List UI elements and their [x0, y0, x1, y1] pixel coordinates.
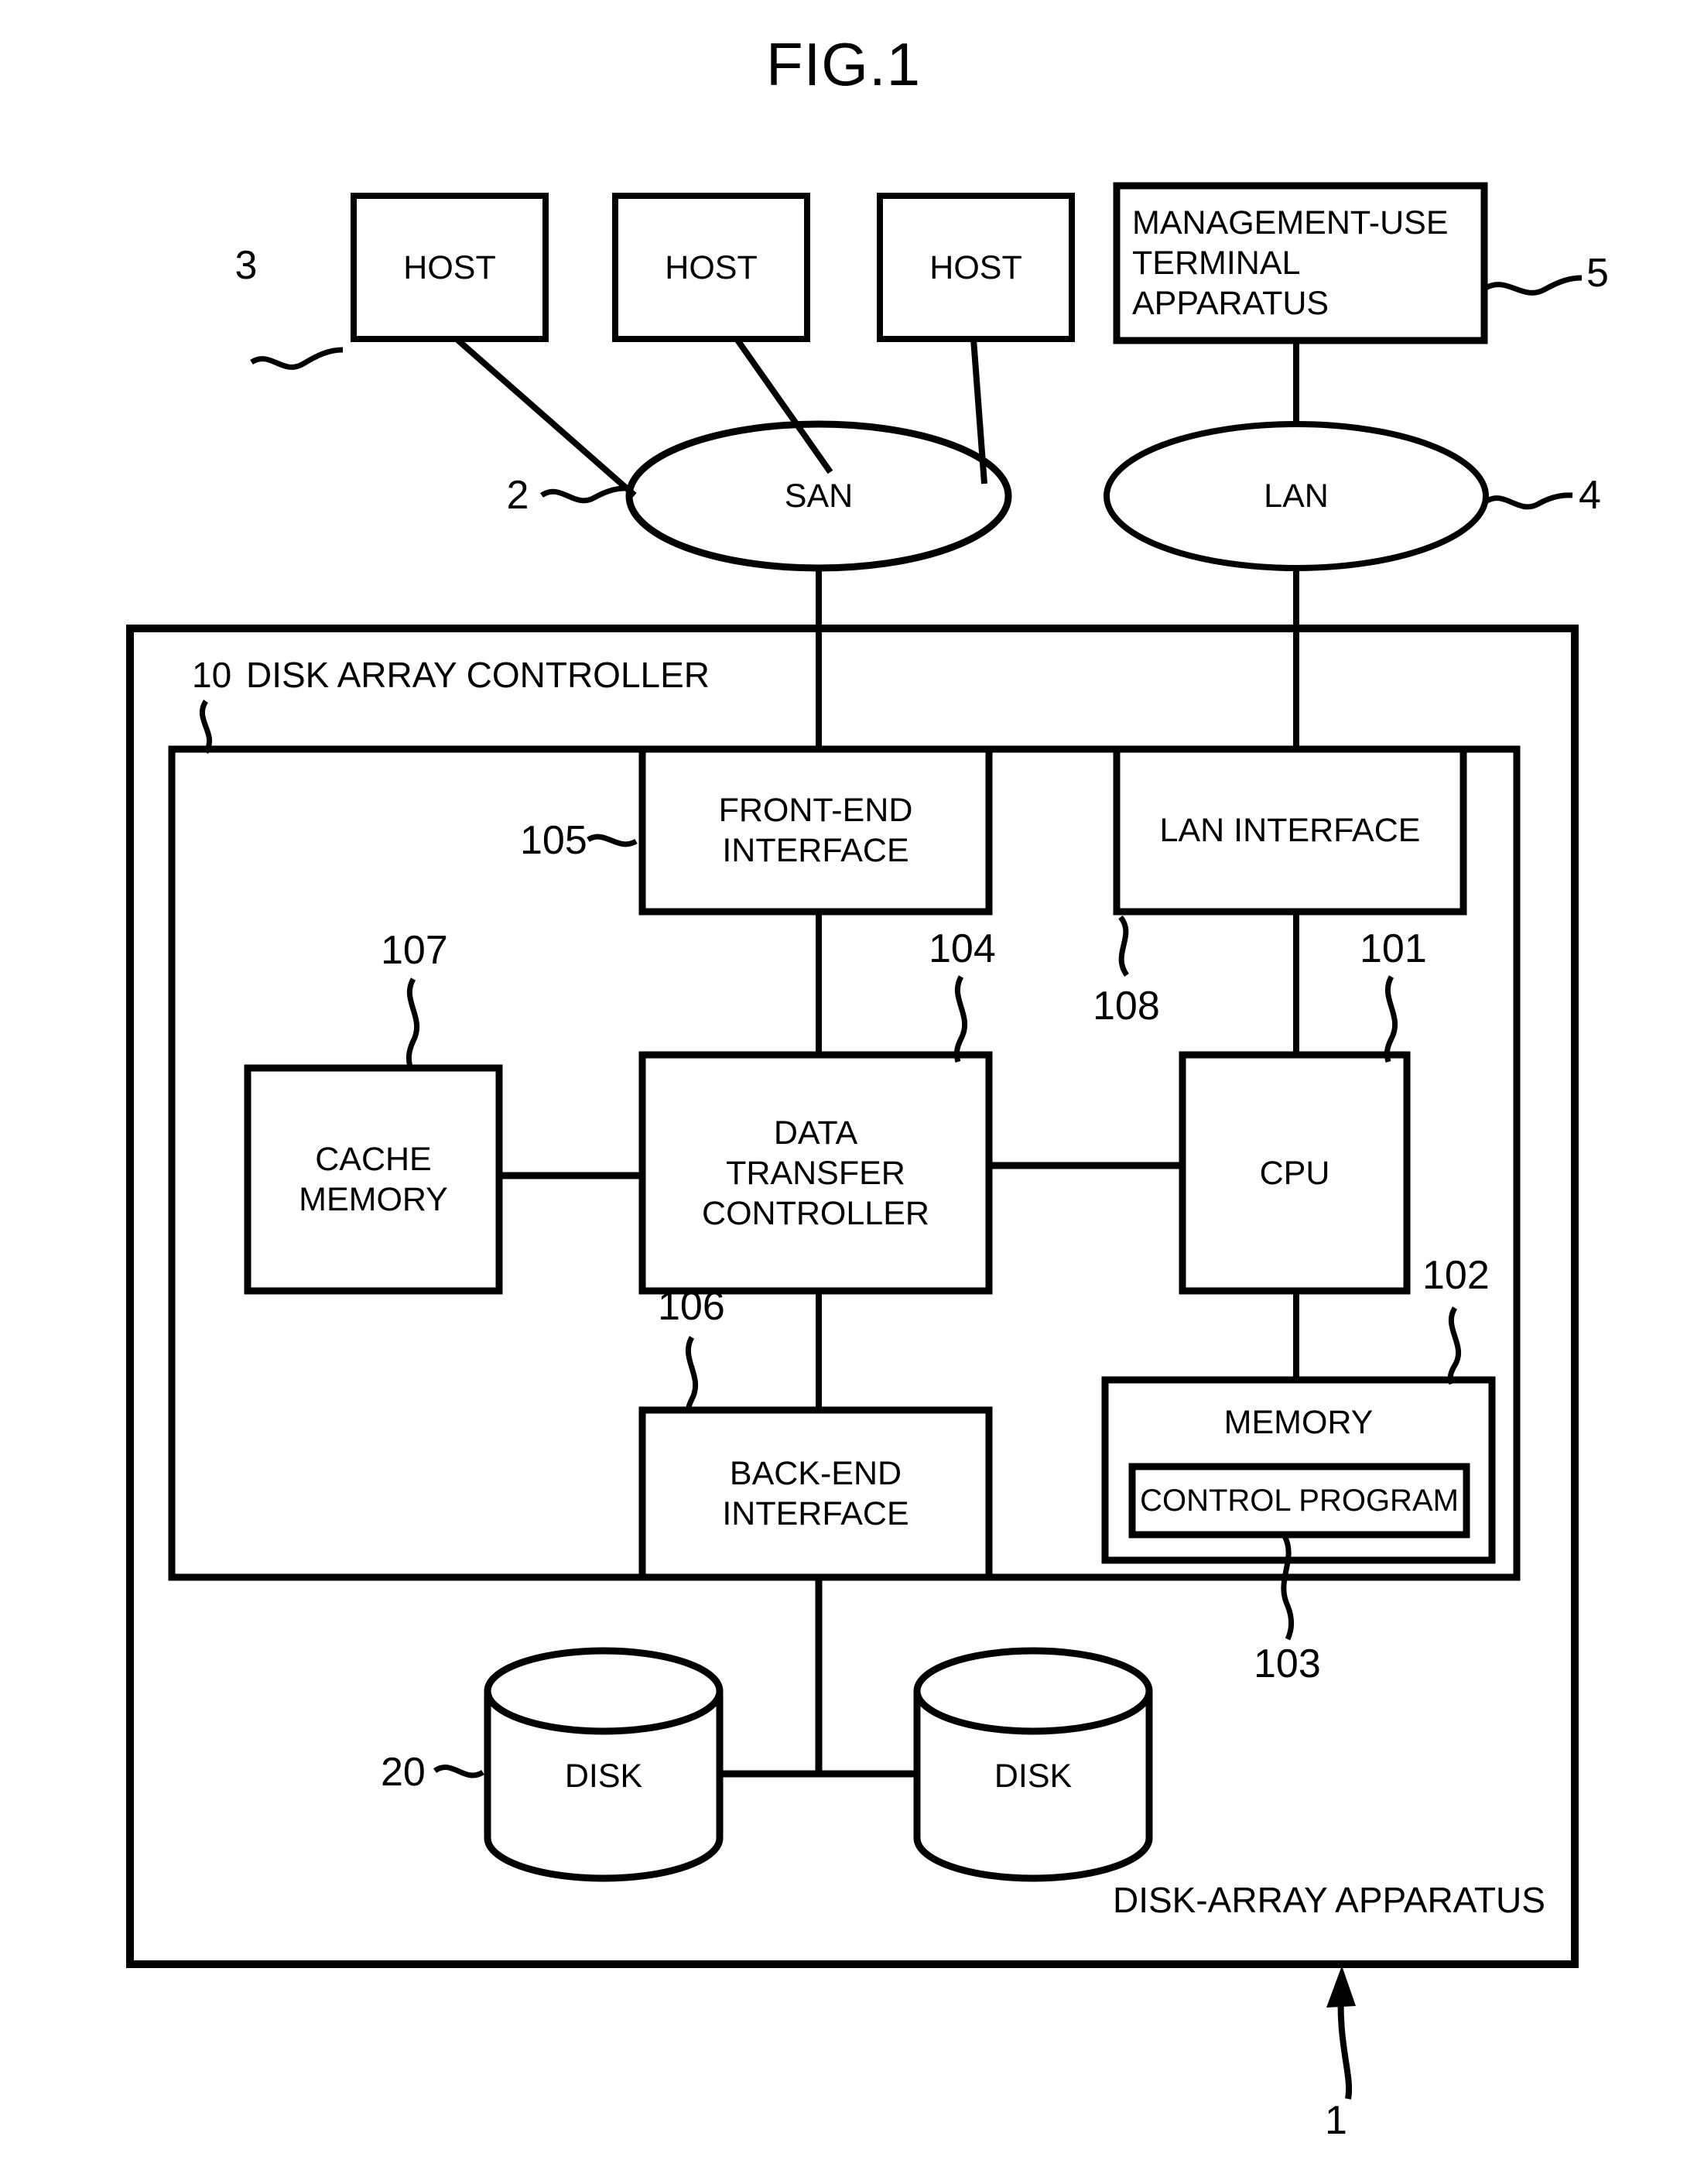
ref-103: 103: [1254, 1641, 1321, 1686]
ref-4: 4: [1579, 473, 1601, 518]
disk-array-apparatus-label: DISK-ARRAY APPARATUS: [1113, 1880, 1545, 1920]
ref-102: 102: [1422, 1253, 1490, 1298]
lan-interface-label: LAN INTERFACE: [1159, 812, 1421, 849]
host-label-1: HOST: [403, 248, 496, 286]
ref-106: 106: [658, 1284, 725, 1329]
ref-107: 107: [381, 928, 448, 973]
ref-101: 101: [1360, 926, 1427, 971]
leader-3: [250, 347, 344, 370]
disk-1-top: [484, 1647, 724, 1735]
host-label-2: HOST: [665, 248, 758, 286]
leader-101: [1384, 975, 1398, 1063]
ref-1: 1: [1325, 2098, 1347, 2143]
leader-108: [1118, 915, 1129, 977]
host-label-3: HOST: [929, 248, 1022, 286]
host2-to-san-line: [734, 337, 833, 474]
ref-2: 2: [506, 473, 529, 518]
leader-104: [953, 975, 968, 1063]
arrowhead-1: [1326, 1966, 1356, 2008]
leader-5: [1484, 275, 1583, 296]
front-end-interface-label: FRONT-END INTERFACE: [718, 792, 913, 869]
host1-to-san-line: [454, 336, 637, 498]
leader-2: [540, 485, 631, 504]
leader-20: [433, 1765, 484, 1778]
leader-106: [685, 1336, 699, 1414]
leader-4: [1484, 492, 1573, 510]
memory-label: MEMORY: [1223, 1403, 1374, 1441]
ref-10: 10: [192, 655, 232, 695]
leader-103: [1281, 1535, 1294, 1641]
ref-5: 5: [1586, 251, 1609, 296]
control-program-label: CONTROL PROGRAM: [1140, 1484, 1459, 1518]
disk-array-controller-label: DISK ARRAY CONTROLLER: [246, 655, 710, 695]
data-transfer-controller-label: DATA TRANSFER CONTROLLER: [702, 1114, 929, 1232]
leader-105: [587, 834, 638, 847]
back-end-interface-label: BACK-END INTERFACE: [722, 1455, 909, 1532]
disk-label-2: DISK: [994, 1758, 1073, 1795]
disk-label-1: DISK: [564, 1758, 643, 1795]
leader-10: [199, 700, 213, 754]
disk-2-top: [913, 1647, 1153, 1735]
ref-104: 104: [929, 926, 996, 971]
san-label: SAN: [784, 478, 854, 515]
figure-root: FIG.1 HOST HOST HOST MANAGEMENT-USE TERM…: [0, 0, 1687, 2184]
ref-20: 20: [381, 1750, 426, 1795]
leader-102: [1447, 1306, 1462, 1385]
ref-108: 108: [1093, 984, 1160, 1029]
ref-3: 3: [234, 243, 258, 288]
cache-memory-label: CACHE MEMORY: [299, 1141, 448, 1218]
management-terminal-label: MANAGEMENT-USE TERMINAL APPARATUS: [1132, 204, 1449, 322]
leader-107: [405, 977, 420, 1068]
ref-105: 105: [520, 818, 587, 863]
cpu-label: CPU: [1259, 1154, 1330, 1192]
lan-label: LAN: [1264, 478, 1329, 515]
